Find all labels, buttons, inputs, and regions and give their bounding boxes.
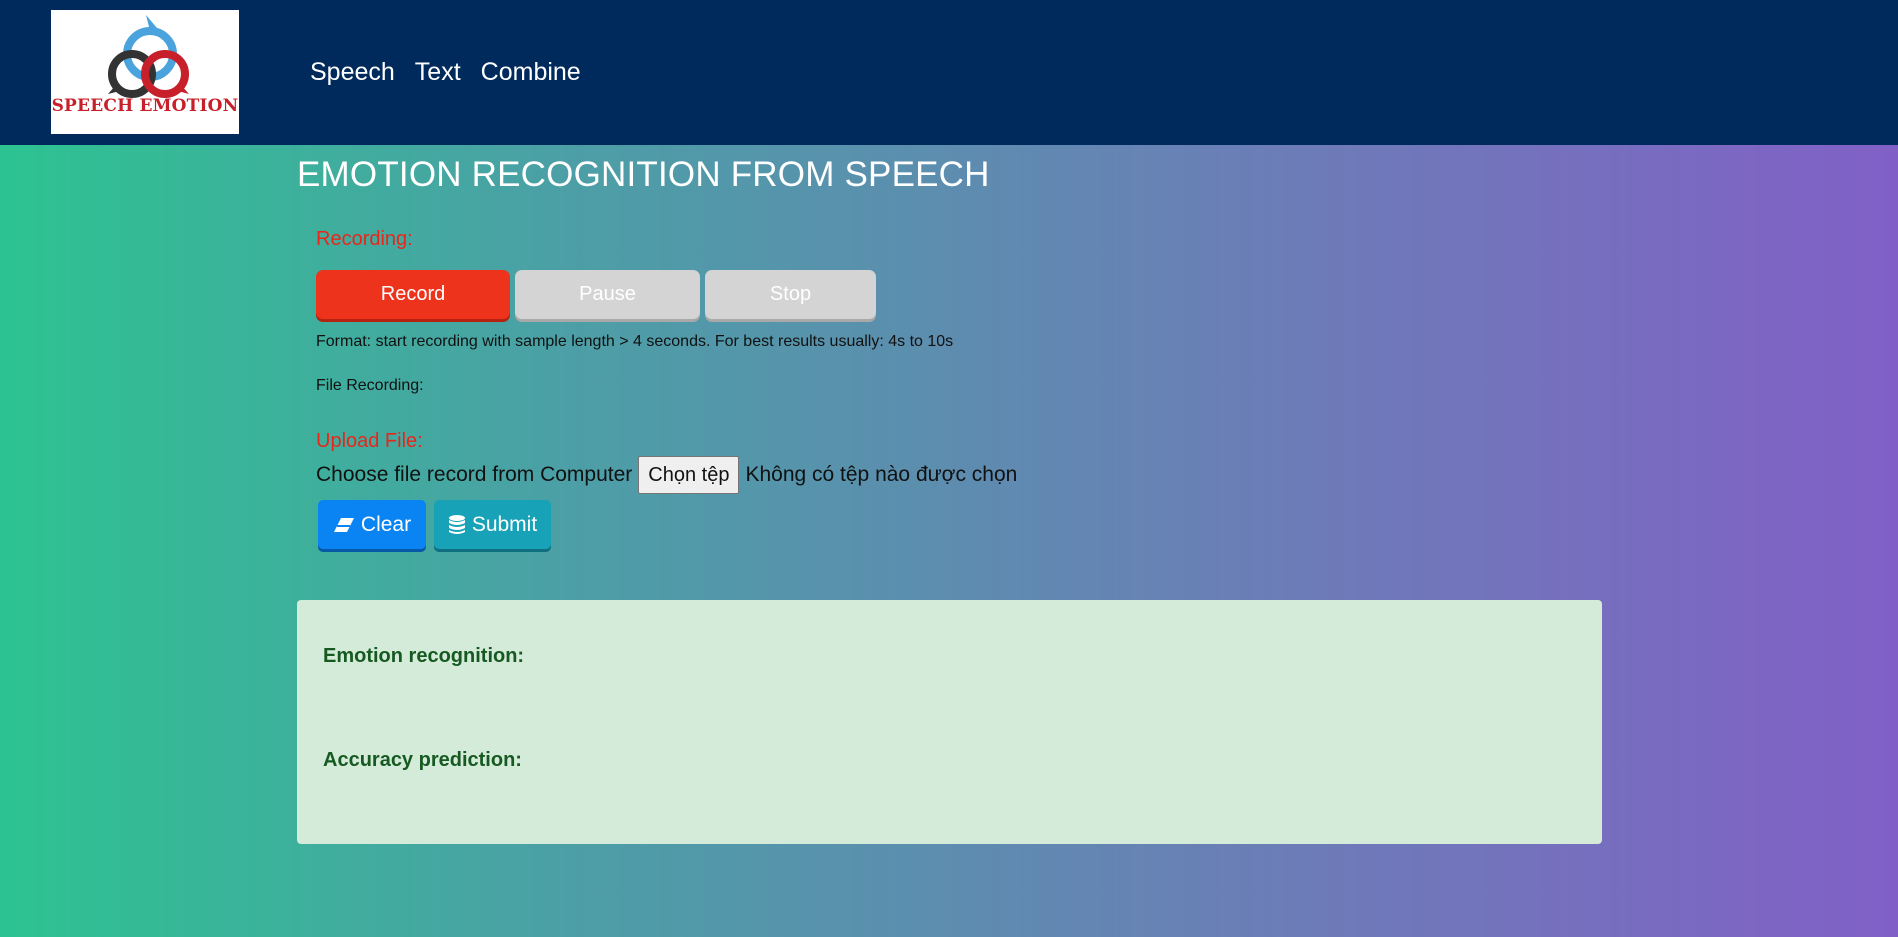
choose-file-button[interactable]: Chọn tệp xyxy=(638,456,740,494)
submit-button[interactable]: Submit xyxy=(434,500,551,549)
brand-logo[interactable]: SPEECH EMOTION xyxy=(51,10,239,134)
submit-label: Submit xyxy=(471,512,538,536)
stop-button[interactable]: Stop xyxy=(705,270,876,319)
clear-label: Clear xyxy=(360,512,412,536)
eraser-icon xyxy=(333,517,354,532)
upload-label: Upload File: xyxy=(316,430,423,452)
file-recording-label: File Recording: xyxy=(316,377,424,394)
main-nav: Speech Text Combine xyxy=(310,58,581,87)
clear-button[interactable]: Clear xyxy=(318,500,426,549)
record-button[interactable]: Record xyxy=(316,270,510,319)
recording-label: Recording: xyxy=(316,228,413,250)
nav-text[interactable]: Text xyxy=(415,58,461,87)
nav-combine[interactable]: Combine xyxy=(481,58,581,87)
choose-file-label: Choose file record from Computer xyxy=(316,463,633,486)
logo-text: SPEECH EMOTION xyxy=(51,96,239,116)
nav-speech[interactable]: Speech xyxy=(310,58,395,87)
pause-button[interactable]: Pause xyxy=(515,270,700,319)
database-icon xyxy=(448,514,465,534)
emotion-recognition-label: Emotion recognition: xyxy=(323,645,525,667)
result-panel: Emotion recognition: Accuracy prediction… xyxy=(297,600,1602,844)
accuracy-prediction-label: Accuracy prediction: xyxy=(323,749,522,771)
page-title: EMOTION RECOGNITION FROM SPEECH xyxy=(297,155,990,194)
navbar: SPEECH EMOTION Speech Text Combine xyxy=(0,0,1898,145)
upload-row: Choose file record from Computer Chọn tệ… xyxy=(316,456,1017,494)
file-status: Không có tệp nào được chọn xyxy=(745,463,1018,486)
format-note: Format: start recording with sample leng… xyxy=(316,333,954,350)
